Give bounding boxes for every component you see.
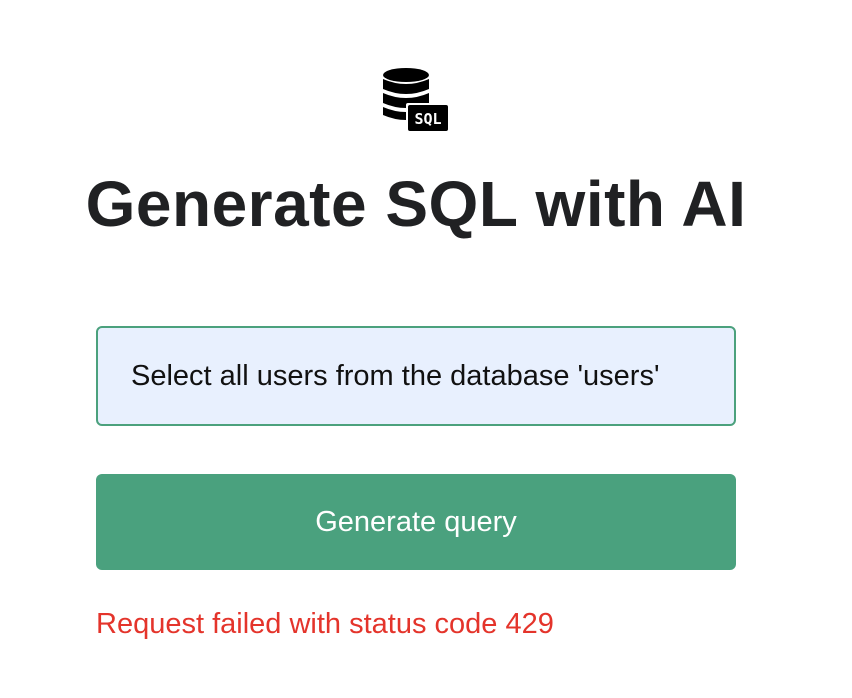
sql-generator-page: SQL Generate SQL with AI Generate query … <box>0 0 852 698</box>
prompt-input[interactable] <box>96 326 736 426</box>
generate-query-button[interactable]: Generate query <box>96 474 736 570</box>
database-sql-icon: SQL <box>383 68 448 131</box>
page-title: Generate SQL with AI <box>85 168 747 240</box>
sql-badge-text: SQL <box>414 110 441 128</box>
error-message: Request failed with status code 429 <box>96 608 554 640</box>
